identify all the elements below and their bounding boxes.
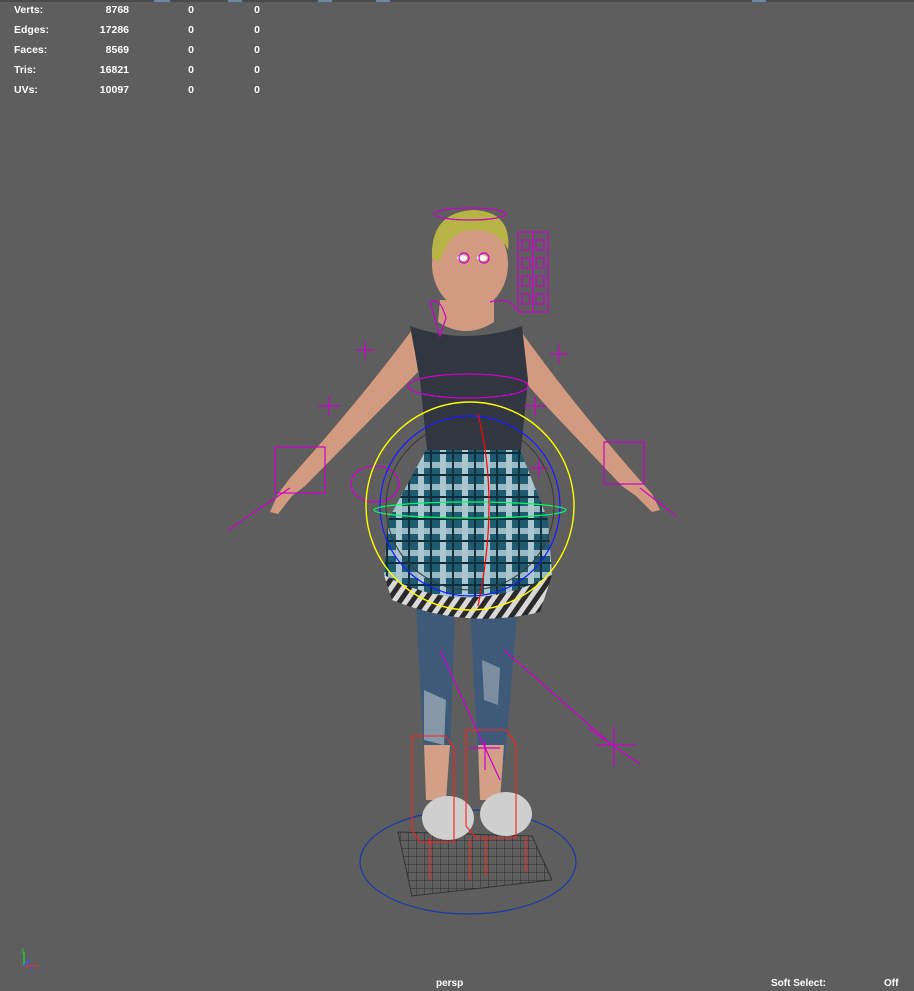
torso-mesh [410, 300, 528, 460]
view-axis-indicator: y z [21, 947, 38, 972]
soft-select-label: Soft Select: [771, 978, 827, 989]
head-mesh [431, 210, 509, 310]
perspective-viewport[interactable]: Verts: 8768 0 0 Edges: 17286 0 0 Faces: … [0, 0, 914, 991]
character-rig-scene[interactable] [0, 0, 914, 991]
camera-name-label: persp [436, 978, 464, 989]
axis-y-label: y [21, 947, 25, 954]
soft-select-value: Off [884, 978, 899, 989]
axis-z-label: z [30, 965, 34, 972]
